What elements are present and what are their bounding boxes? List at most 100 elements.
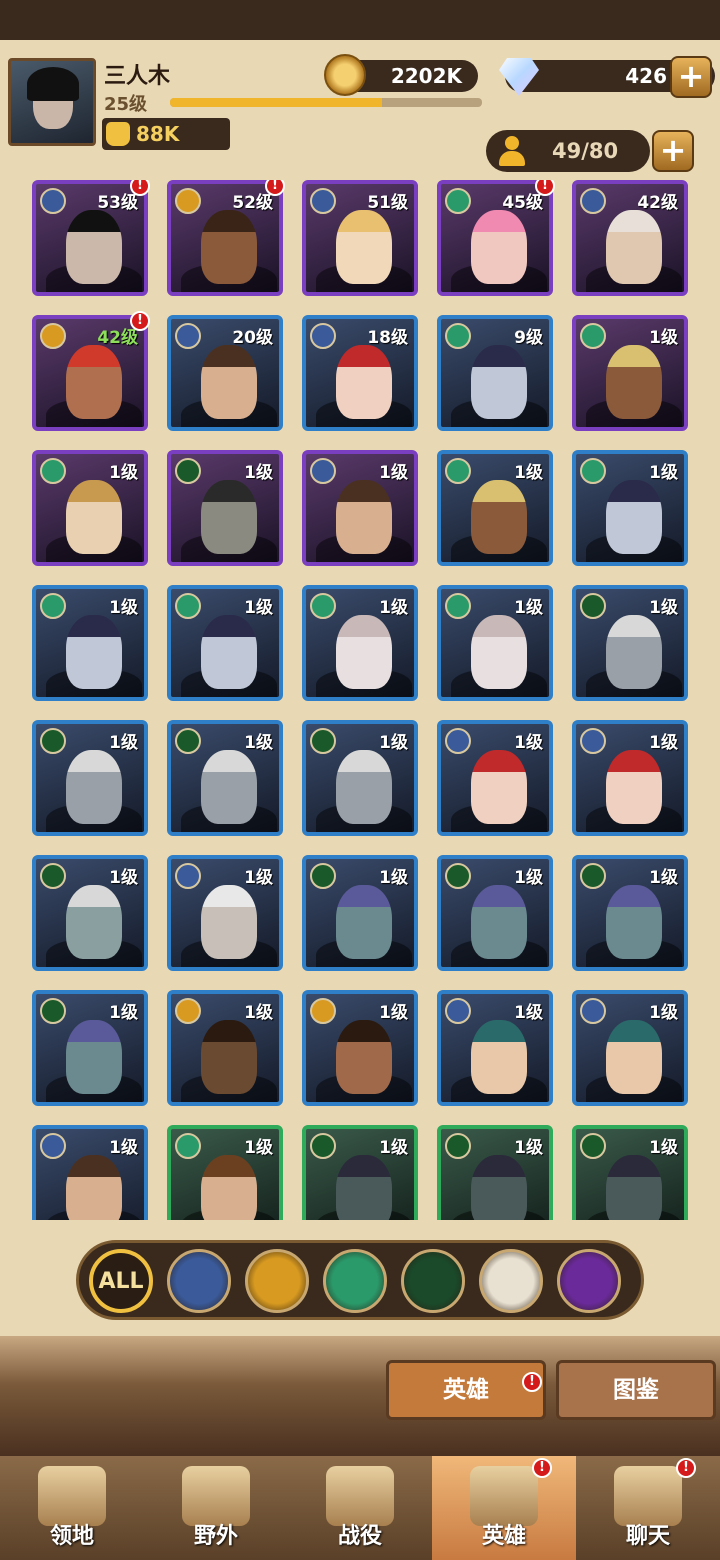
hero-card[interactable]: 20级	[167, 315, 283, 431]
filter-dark-button[interactable]	[401, 1249, 465, 1313]
hero-level: 1级	[649, 733, 678, 753]
hero-capacity: 49/80	[486, 130, 650, 172]
hero-card[interactable]: 1级	[437, 720, 553, 836]
hero-card[interactable]: 1级	[437, 855, 553, 971]
hero-card[interactable]: 1级	[302, 720, 418, 836]
dark-faction-icon	[580, 863, 606, 889]
sun-faction-icon	[40, 1133, 66, 1159]
alert-badge: !	[532, 1458, 552, 1478]
subtab-codex[interactable]: 图鉴	[556, 1360, 716, 1420]
hero-card[interactable]: 9级	[437, 315, 553, 431]
hero-card[interactable]: 1级	[572, 450, 688, 566]
hero-card[interactable]: 1级	[572, 720, 688, 836]
nav-label: 聊天	[625, 1524, 670, 1549]
hero-portrait	[606, 750, 662, 824]
faction-filter-bar: ALL	[76, 1240, 644, 1320]
add-gems-button[interactable]: +	[670, 56, 712, 98]
hero-card[interactable]: 1级	[167, 990, 283, 1106]
gold-counter[interactable]: 2202K	[324, 54, 478, 96]
hero-level: 1级	[244, 1138, 273, 1158]
dark-faction-icon	[580, 593, 606, 619]
filter-celestial-button[interactable]	[479, 1249, 543, 1313]
hero-card[interactable]: 42级	[32, 315, 148, 431]
hero-portrait	[336, 1020, 392, 1094]
hero-level: 1级	[649, 868, 678, 888]
hero-card[interactable]: 1级	[167, 1125, 283, 1220]
filter-nature-button[interactable]	[323, 1249, 387, 1313]
hero-card[interactable]: 18级	[302, 315, 418, 431]
hero-level: 1级	[379, 1003, 408, 1023]
player-avatar[interactable]	[8, 58, 96, 146]
nature-faction-icon	[445, 188, 471, 214]
hero-card[interactable]: 1级	[302, 855, 418, 971]
hero-level: 1级	[379, 868, 408, 888]
hero-portrait	[336, 885, 392, 959]
hero-card[interactable]: 1级	[167, 585, 283, 701]
nature-faction-icon	[445, 458, 471, 484]
hero-portrait	[336, 750, 392, 824]
hero-card[interactable]: 1级	[572, 585, 688, 701]
chat-icon	[614, 1466, 682, 1526]
expand-capacity-button[interactable]: +	[652, 130, 694, 172]
nav-item[interactable]: 领地	[0, 1456, 144, 1560]
filter-light-button[interactable]	[245, 1249, 309, 1313]
hero-card[interactable]: 52级	[167, 180, 283, 296]
hero-card[interactable]: 1级	[437, 1125, 553, 1220]
hero-card[interactable]: 1级	[572, 990, 688, 1106]
hero-portrait	[471, 480, 527, 554]
combat-power-value: 88K	[136, 122, 180, 146]
xp-bar-fill	[170, 98, 383, 107]
hero-card[interactable]: 1级	[32, 450, 148, 566]
avatar-hair	[27, 67, 79, 101]
filter-sun-button[interactable]	[167, 1249, 231, 1313]
hero-card[interactable]: 51级	[302, 180, 418, 296]
hero-portrait	[606, 885, 662, 959]
hero-portrait	[66, 210, 122, 284]
dark-faction-icon	[310, 728, 336, 754]
hero-card[interactable]: 1级	[437, 585, 553, 701]
hero-level: 1级	[379, 598, 408, 618]
filter-hypogean-button[interactable]	[557, 1249, 621, 1313]
combat-power: 88K	[102, 118, 230, 150]
hero-card[interactable]: 1级	[572, 855, 688, 971]
hero-card[interactable]: 1级	[302, 1125, 418, 1220]
hero-card[interactable]: 1级	[302, 585, 418, 701]
hero-card[interactable]: 1级	[437, 450, 553, 566]
hero-portrait	[201, 345, 257, 419]
nav-item[interactable]: 英雄!	[432, 1456, 576, 1560]
dark-faction-icon	[40, 998, 66, 1024]
player-level: 25级	[104, 94, 148, 115]
dark-faction-icon	[445, 1133, 471, 1159]
hero-card[interactable]: 1级	[302, 990, 418, 1106]
hero-portrait	[606, 615, 662, 689]
nav-item[interactable]: 战役	[288, 1456, 432, 1560]
hero-portrait	[336, 480, 392, 554]
hero-portrait	[201, 210, 257, 284]
nav-item[interactable]: 野外	[144, 1456, 288, 1560]
filter-all-button[interactable]: ALL	[89, 1249, 153, 1313]
hero-card[interactable]: 1级	[167, 450, 283, 566]
hero-card[interactable]: 1级	[32, 855, 148, 971]
hero-portrait	[336, 615, 392, 689]
hero-card[interactable]: 1级	[302, 450, 418, 566]
hero-card[interactable]: 1级	[167, 720, 283, 836]
nav-label: 领地	[49, 1524, 94, 1549]
hero-card[interactable]: 1级	[167, 855, 283, 971]
hero-level: 1级	[109, 868, 138, 888]
hero-level: 1级	[514, 733, 543, 753]
hero-card[interactable]: 1级	[32, 990, 148, 1106]
hero-card[interactable]: 1级	[32, 1125, 148, 1220]
sun-faction-icon	[445, 998, 471, 1024]
hero-portrait	[66, 615, 122, 689]
nav-item[interactable]: 聊天!	[576, 1456, 720, 1560]
dark-faction-icon	[445, 863, 471, 889]
hero-card[interactable]: 1级	[572, 315, 688, 431]
hero-card[interactable]: 1级	[32, 720, 148, 836]
hero-card[interactable]: 42级	[572, 180, 688, 296]
hero-card[interactable]: 1级	[572, 1125, 688, 1220]
subtab-heroes[interactable]: 英雄	[386, 1360, 546, 1420]
hero-card[interactable]: 1级	[437, 990, 553, 1106]
hero-card[interactable]: 1级	[32, 585, 148, 701]
hero-card[interactable]: 53级	[32, 180, 148, 296]
hero-card[interactable]: 45级	[437, 180, 553, 296]
